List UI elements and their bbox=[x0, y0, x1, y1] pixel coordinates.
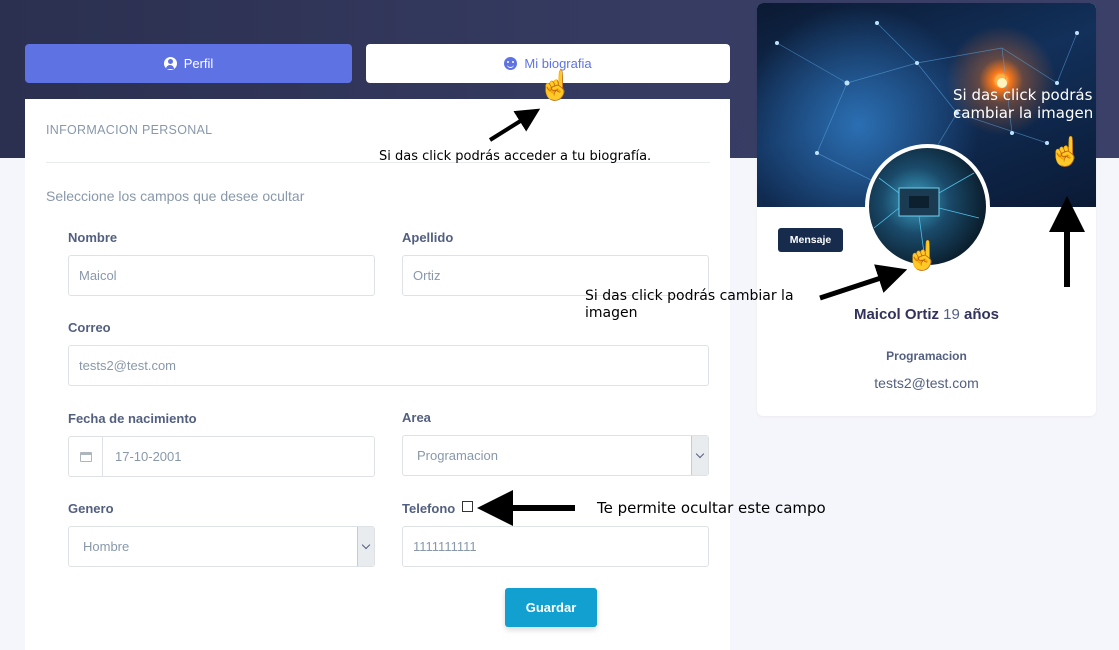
correo-value: tests2@test.com bbox=[79, 358, 177, 373]
area-value: Programacion bbox=[417, 448, 498, 463]
telefono-hide-checkbox[interactable] bbox=[462, 501, 473, 512]
pointer-hand-icon: ☝ bbox=[538, 70, 573, 101]
annotation-hide-field: Te permite ocultar este campo bbox=[597, 499, 826, 517]
genero-label[interactable]: Genero bbox=[68, 501, 114, 516]
genero-value: Hombre bbox=[83, 539, 130, 554]
apellido-label[interactable]: Apellido bbox=[402, 230, 453, 245]
annotation-avatar: Si das click podrás cambiar la imagen bbox=[585, 288, 794, 321]
telefono-label[interactable]: Telefono bbox=[402, 501, 455, 516]
nombre-label[interactable]: Nombre bbox=[68, 230, 117, 245]
correo-label[interactable]: Correo bbox=[68, 320, 111, 335]
user-circle-icon bbox=[163, 57, 177, 70]
nombre-value: Maicol bbox=[79, 268, 117, 283]
tab-perfil-label: Perfil bbox=[183, 56, 214, 71]
annotation-biografia: Si das click podrás acceder a tu biograf… bbox=[379, 149, 652, 164]
profile-area: Programacion bbox=[886, 349, 967, 363]
calendar-icon-box bbox=[69, 437, 103, 476]
save-button[interactable]: Guardar bbox=[505, 588, 597, 627]
fecha-label[interactable]: Fecha de nacimiento bbox=[68, 411, 197, 426]
smile-icon bbox=[504, 57, 518, 70]
chevron-down-icon[interactable] bbox=[357, 527, 374, 566]
area-label[interactable]: Area bbox=[402, 410, 431, 425]
fecha-input[interactable]: 17-10-2001 bbox=[68, 436, 375, 477]
tab-perfil[interactable]: Perfil bbox=[25, 44, 352, 83]
profile-card: Mensaje Maicol Ortiz 19 años Programacio… bbox=[757, 3, 1096, 416]
profile-age: 19 bbox=[943, 306, 960, 323]
profile-name: Maicol Ortiz bbox=[853, 306, 939, 323]
correo-input[interactable]: tests2@test.com bbox=[68, 345, 709, 386]
apellido-value: Ortiz bbox=[413, 268, 441, 283]
hide-fields-hint: Seleccione los campos que desee ocultar bbox=[46, 188, 305, 204]
message-button[interactable]: Mensaje bbox=[778, 228, 843, 252]
pointer-hand-icon: ☝ bbox=[1048, 136, 1083, 167]
annotation-cover: Si das click podrás cambiar la imagen bbox=[953, 86, 1094, 122]
pointer-hand-icon: ☝ bbox=[905, 240, 940, 271]
telefono-value: 1111111111 bbox=[413, 539, 477, 554]
nombre-input[interactable]: Maicol bbox=[68, 255, 375, 296]
chevron-down-icon[interactable] bbox=[691, 436, 708, 475]
fecha-value: 17-10-2001 bbox=[115, 449, 182, 464]
genero-select[interactable]: Hombre bbox=[68, 526, 375, 567]
section-title: INFORMACION PERSONAL bbox=[46, 123, 213, 137]
profile-email: tests2@test.com bbox=[874, 375, 979, 391]
telefono-input[interactable]: 1111111111 bbox=[402, 526, 709, 567]
tab-biografia-label: Mi biografia bbox=[524, 56, 592, 71]
calendar-icon bbox=[79, 451, 92, 462]
profile-age-unit: años bbox=[964, 306, 1000, 323]
area-select[interactable]: Programacion bbox=[402, 435, 709, 476]
